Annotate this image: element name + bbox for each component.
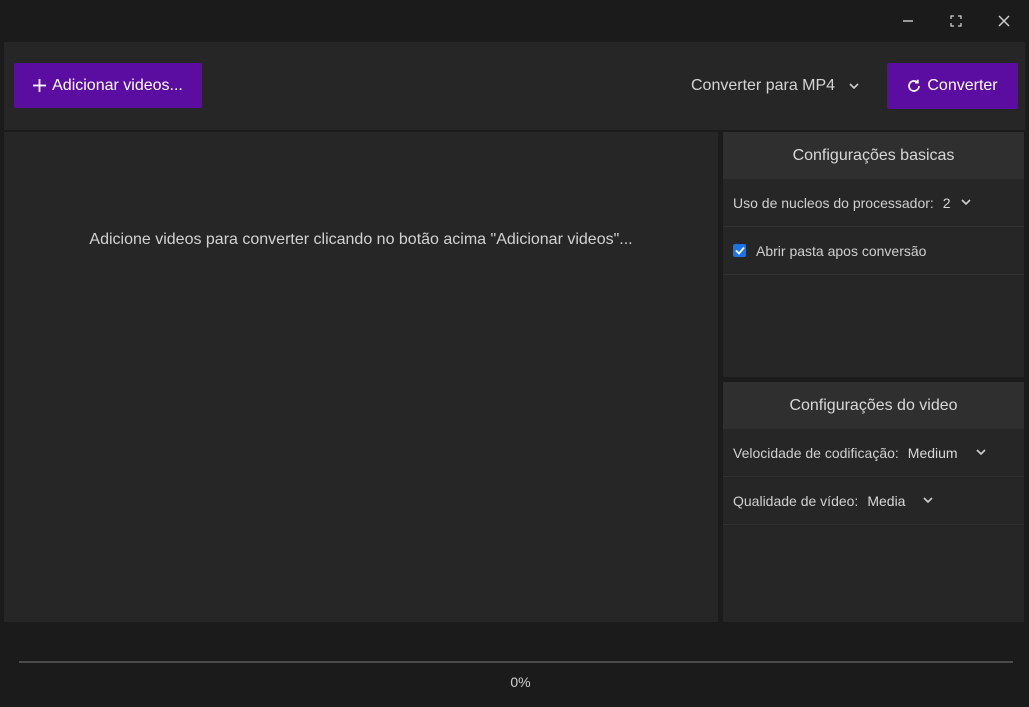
add-videos-button[interactable]: Adicionar videos... [14,63,202,108]
minimize-icon[interactable] [893,8,923,34]
encoding-speed-row: Velocidade de codificação: Medium [723,429,1024,477]
convert-label: Converter [927,77,998,94]
encoding-speed-select[interactable]: Medium [908,445,958,461]
video-list-area: Adicione videos para converter clicando … [4,132,718,622]
chevron-down-icon[interactable] [923,497,934,504]
video-quality-select[interactable]: Media [867,493,905,509]
app-window: Adicionar videos... Converter para MP4 C… [0,0,1029,707]
video-settings-panel: Configurações do video Velocidade de cod… [723,382,1024,622]
add-videos-label: Adicionar videos... [52,76,183,94]
cores-setting-row: Uso de nucleos do processador: 2 [723,179,1024,227]
close-icon[interactable] [989,8,1019,34]
video-quality-label: Qualidade de vídeo: [733,492,859,509]
basic-settings-panel: Configurações basicas Uso de nucleos do … [723,132,1024,377]
basic-settings-title: Configurações basicas [723,132,1024,179]
chevron-down-icon [849,82,859,90]
open-folder-row: Abrir pasta apos conversão [723,227,1024,275]
output-format-label: Converter para MP4 [691,77,836,94]
encoding-speed-label: Velocidade de codificação: [733,444,899,461]
refresh-icon [907,79,921,93]
video-settings-title: Configurações do video [723,382,1024,429]
open-folder-label[interactable]: Abrir pasta apos conversão [756,243,926,259]
output-format-select[interactable]: Converter para MP4 [691,75,859,97]
title-bar [0,0,1029,42]
progress-label: 0% [510,674,531,690]
chevron-down-icon[interactable] [976,449,986,456]
chevron-down-icon[interactable] [961,199,971,206]
convert-button[interactable]: Converter [887,63,1018,109]
video-quality-row: Qualidade de vídeo: Media [723,477,1024,525]
plus-icon [33,79,47,92]
progress-bar [19,661,1013,663]
open-folder-checkbox[interactable] [733,244,746,257]
cores-label: Uso de nucleos do processador: [733,194,934,211]
maximize-icon[interactable] [941,8,971,34]
toolbar: Adicionar videos... Converter para MP4 C… [4,42,1025,130]
cores-select[interactable]: 2 [943,195,951,211]
empty-list-message: Adicione videos para converter clicando … [89,231,633,248]
